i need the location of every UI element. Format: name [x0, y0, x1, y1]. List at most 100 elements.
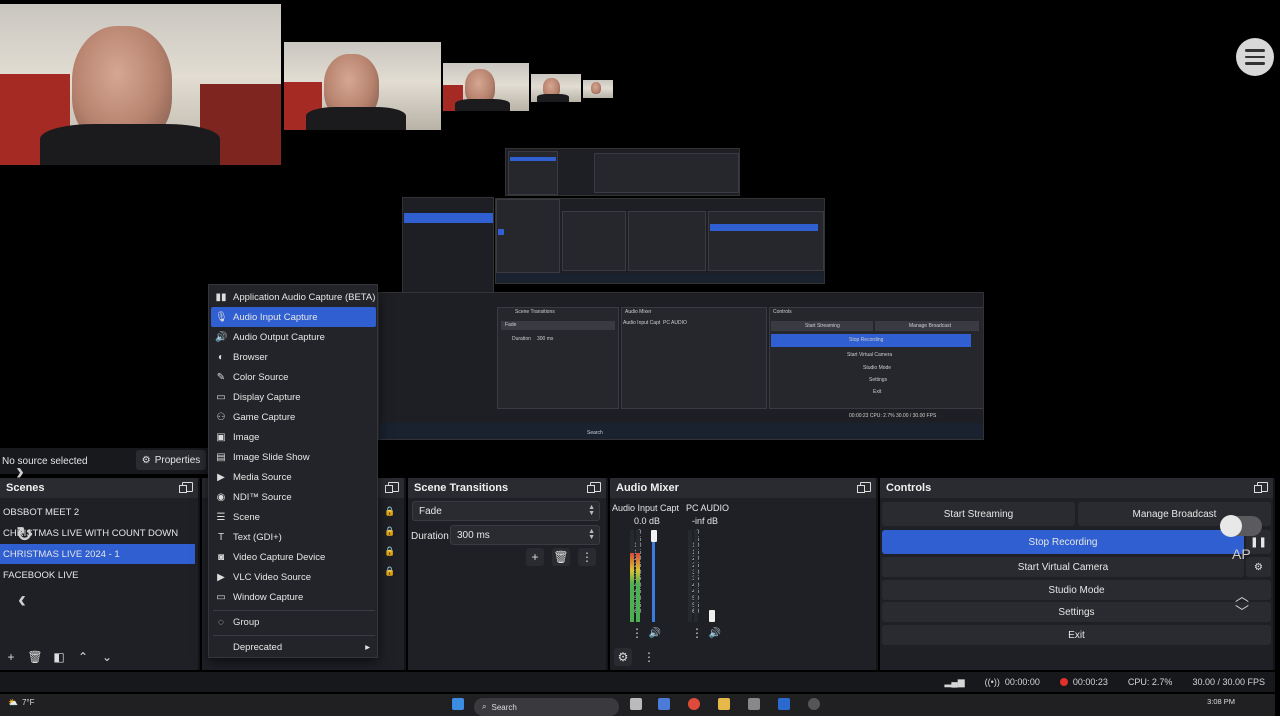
add-transition-button[interactable]: +	[526, 548, 544, 566]
chrome-icon[interactable]	[688, 698, 700, 710]
menu-item-label: Application Audio Capture (BETA)	[233, 291, 376, 303]
webcam-feed	[0, 4, 281, 165]
menu-item[interactable]: ▶ Media Source	[211, 467, 376, 487]
menu-item[interactable]: T Text (GDI+)	[211, 527, 376, 547]
obs-icon[interactable]	[808, 698, 820, 710]
controls-dock: Controls Start Streaming Manage Broadcas…	[880, 478, 1275, 670]
menu-item-label: Display Capture	[233, 391, 301, 403]
menu-item-label: Color Source	[233, 371, 289, 383]
taskbar-search[interactable]: ⌕ Search	[474, 698, 619, 716]
scene-item[interactable]: FACEBOOK LIVE	[0, 565, 195, 585]
exit-button[interactable]: Exit	[882, 625, 1271, 645]
move-down-button[interactable]: ⌄	[98, 648, 116, 666]
menu-item-label: Group	[233, 616, 260, 628]
properties-button[interactable]: ⚙ Properties	[136, 450, 206, 470]
menu-item[interactable]: Deprecated ▸	[211, 637, 376, 657]
lock-icon[interactable]: 🔒	[384, 506, 395, 517]
transitions-toolbar: + 🗑 ⋮	[526, 548, 596, 566]
menu-item[interactable]: ▣ Image	[211, 427, 376, 447]
menu-item[interactable]: ▭ Window Capture	[211, 587, 376, 607]
menu-item-icon: ◌	[218, 616, 224, 628]
volume-icon[interactable]: 🔊	[646, 624, 664, 642]
move-up-button[interactable]: ⌃	[74, 648, 92, 666]
scene-item[interactable]: OBSBOT MEET 2	[0, 502, 195, 522]
undock-icon[interactable]	[179, 482, 193, 493]
menu-item[interactable]: ◙ Video Capture Device	[211, 547, 376, 567]
undock-icon[interactable]	[1254, 482, 1268, 493]
volume-fader-track[interactable]	[652, 542, 655, 622]
settings-button[interactable]: Settings	[882, 602, 1271, 622]
menu-item[interactable]: ✎ Color Source	[211, 367, 376, 387]
chevron-left-icon[interactable]: ‹	[18, 586, 26, 614]
menu-item[interactable]: ◌ Group	[211, 612, 376, 632]
transition-select[interactable]: Fade ▲ ▼	[412, 501, 600, 521]
lock-icon[interactable]: 🔒	[384, 566, 395, 577]
duration-input[interactable]: 300 ms ▲ ▼	[450, 525, 600, 545]
lock-icon[interactable]: 🔒	[384, 526, 395, 537]
pause-icon: ❚❚	[1250, 536, 1267, 548]
scene-item[interactable]: CHRISTMAS LIVE 2024 - 1	[0, 544, 195, 564]
start-streaming-button[interactable]: Start Streaming	[882, 502, 1075, 526]
remove-scene-button[interactable]: 🗑	[26, 648, 44, 666]
folder-icon[interactable]	[718, 698, 730, 710]
menu-item[interactable]: ☰ Scene	[211, 507, 376, 527]
lock-icon[interactable]: 🔒	[384, 546, 395, 557]
submenu-arrow-icon: ▸	[365, 641, 370, 653]
studio-mode-button[interactable]: Studio Mode	[882, 580, 1271, 600]
menu-item-label: Browser	[233, 351, 268, 363]
recursive-obs-capture: Scene Transitions Fade Duration 300 ms A…	[378, 292, 984, 440]
menu-item-icon: ▶	[217, 471, 225, 483]
menu-separator	[213, 610, 375, 611]
menu-item-label: Game Capture	[233, 411, 296, 423]
preview-canvas[interactable]: Scene Transitions Fade Duration 300 ms A…	[0, 4, 1275, 444]
menu-item[interactable]: ▤ Image Slide Show	[211, 447, 376, 467]
app-icon[interactable]	[658, 698, 670, 710]
menu-icon[interactable]	[1236, 38, 1274, 76]
menu-item[interactable]: 🎙 Audio Input Capture	[211, 307, 376, 327]
menu-item[interactable]: ◉ NDI™ Source	[211, 487, 376, 507]
replay-icon[interactable]: ↻	[16, 522, 33, 547]
weather-widget[interactable]: ⛅ 7°F	[8, 698, 35, 707]
app-icon[interactable]	[630, 698, 642, 710]
overlay-toggle[interactable]	[1220, 515, 1262, 537]
volume-fader[interactable]	[651, 530, 657, 542]
menu-item[interactable]: ◐ Browser	[211, 347, 376, 367]
undock-icon[interactable]	[385, 482, 399, 493]
stop-recording-button[interactable]: Stop Recording	[882, 530, 1244, 554]
menu-item[interactable]: 🔊 Audio Output Capture	[211, 327, 376, 347]
menu-item[interactable]: ⚇ Game Capture	[211, 407, 376, 427]
scene-transitions-dock: Scene Transitions Fade ▲ ▼ Duration 300 m…	[408, 478, 608, 670]
scene-filters-button[interactable]: ◧	[50, 648, 68, 666]
menu-item[interactable]: ▭ Display Capture	[211, 387, 376, 407]
menu-item-label: NDI™ Source	[233, 491, 292, 503]
mixer-settings-icon[interactable]: ⚙	[614, 648, 632, 666]
scene-transitions-title: Scene Transitions	[408, 478, 606, 498]
remove-transition-button[interactable]: 🗑	[552, 548, 570, 566]
undock-icon[interactable]	[857, 482, 871, 493]
mixer-menu-button[interactable]: ⋮	[640, 648, 658, 666]
volume-fader[interactable]	[709, 610, 715, 622]
undock-icon[interactable]	[587, 482, 601, 493]
channel-db: 0.0 dB	[634, 516, 661, 526]
volume-meter	[630, 530, 634, 622]
app-icon[interactable]	[778, 698, 790, 710]
menu-item[interactable]: ▮▮ Application Audio Capture (BETA)	[211, 287, 376, 307]
menu-item-label: Media Source	[233, 471, 292, 483]
menu-item-icon: ▭	[216, 391, 226, 403]
channel-menu-button[interactable]: ⋮	[688, 624, 706, 642]
start-virtual-camera-button[interactable]: Start Virtual Camera	[882, 557, 1244, 577]
broadcast-icon: ((•))	[984, 677, 1000, 687]
menu-item-icon: ◐	[217, 351, 225, 363]
add-scene-button[interactable]: +	[2, 648, 20, 666]
menu-item-label: Image Slide Show	[233, 451, 310, 463]
windows-start-icon[interactable]	[452, 698, 464, 710]
menu-item-label: Scene	[233, 511, 260, 523]
channel-menu-button[interactable]: ⋮	[628, 624, 646, 642]
volume-icon[interactable]: 🔊	[706, 624, 724, 642]
menu-item-label: Audio Input Capture	[233, 311, 318, 323]
chevron-right-icon[interactable]: ›	[16, 458, 24, 486]
menu-item[interactable]: ▶ VLC Video Source	[211, 567, 376, 587]
app-icon[interactable]	[748, 698, 760, 710]
chevron-down-icon[interactable]: ﹀	[1235, 602, 1249, 622]
transition-menu-button[interactable]: ⋮	[578, 548, 596, 566]
